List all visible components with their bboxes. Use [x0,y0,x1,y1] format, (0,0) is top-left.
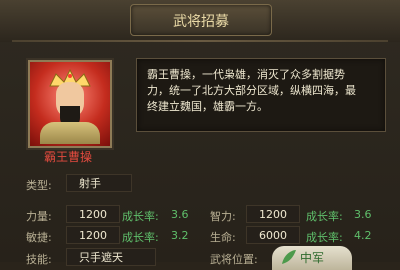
divider [12,40,388,42]
title-plate: 武将招募 [130,4,272,36]
strength-growth-label: 成长率: [122,210,159,223]
intellect-growth-value: 3.6 [354,208,372,221]
agility-growth-label: 成长率: [122,231,159,244]
strength-growth-value: 3.6 [171,208,189,221]
skill-label: 技能: [26,253,52,266]
title-bar: 武将招募 [0,0,400,42]
window-title: 武将招募 [173,14,229,30]
desc-line-1: 霸王曹操，一代枭雄，消灭了众多割据势 [147,68,345,81]
strength-label: 力量: [26,210,52,223]
desc-line-3: 终建立魏国，雄霸一方。 [147,100,268,113]
agility-growth-value: 3.2 [171,229,189,242]
desc-line-2: 力，统一了北方大部分区域，纵横四海，最 [147,84,356,97]
intellect-value: 1200 [246,205,300,223]
life-label: 生命: [210,231,236,244]
recruit-window: 武将招募 霸王曹操 霸王曹操，一代枭雄，消灭了众多割据势 力，统一了北方大部分区… [0,0,400,270]
position-label: 武将位置: [210,253,258,266]
leaf-icon [282,250,296,264]
agility-label: 敏捷: [26,231,52,244]
position-badge: 中军 [272,246,352,270]
hero-armor [40,122,100,144]
intellect-growth-label: 成长率: [306,210,343,223]
intellect-label: 智力: [210,210,236,223]
skill-value[interactable]: 只手遮天 [66,248,156,266]
position-value: 中军 [300,251,325,265]
strength-value: 1200 [66,205,120,223]
hero-portrait [28,60,112,148]
hero-description-box: 霸王曹操，一代枭雄，消灭了众多割据势 力，统一了北方大部分区域，纵横四海，最 终… [136,58,386,132]
agility-value: 1200 [66,226,120,244]
life-value: 6000 [246,226,300,244]
hero-name: 霸王曹操 [43,150,92,164]
life-growth-value: 4.2 [354,229,372,242]
life-growth-label: 成长率: [306,231,343,244]
type-value: 射手 [66,174,132,192]
type-label: 类型: [26,179,52,192]
